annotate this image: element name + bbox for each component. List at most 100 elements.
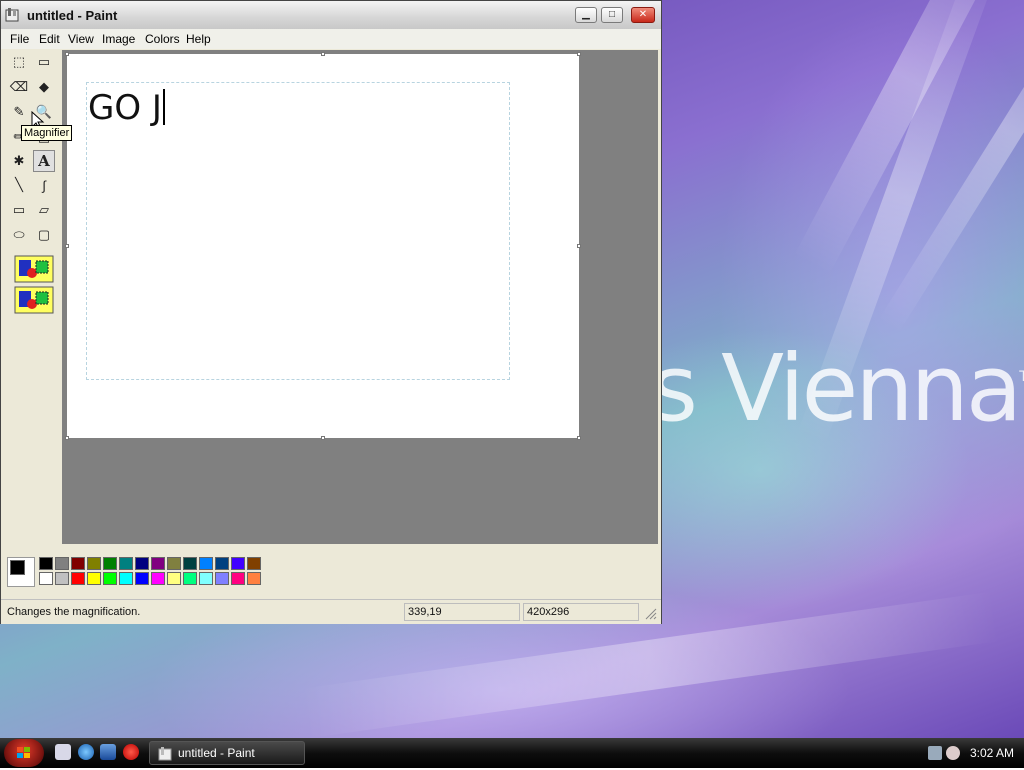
pick-color-tool[interactable]: ✎ <box>8 101 30 123</box>
clock[interactable]: 3:02 AM <box>970 746 1014 760</box>
menu-colors[interactable]: Colors <box>145 32 180 46</box>
opera-icon[interactable] <box>123 744 139 760</box>
canvas-typed-text[interactable]: GO J <box>88 88 165 128</box>
paint-window: untitled - Paint ▁ □ ✕ File Edit View Im… <box>0 0 662 624</box>
close-icon: ✕ <box>638 9 648 20</box>
start-button[interactable] <box>4 739 44 767</box>
maximize-button[interactable]: □ <box>601 7 623 23</box>
palette-swatch[interactable] <box>39 572 53 585</box>
opaque-background-option[interactable] <box>14 255 54 283</box>
close-button[interactable]: ✕ <box>631 7 655 23</box>
taskbar-item-paint[interactable]: untitled - Paint <box>149 741 305 765</box>
drawing-canvas[interactable]: GO J <box>65 52 581 440</box>
resize-handle <box>65 52 69 56</box>
canvas-scroll-area: GO J <box>62 50 658 544</box>
palette-swatch[interactable] <box>87 572 101 585</box>
resize-handle-bottom[interactable] <box>321 436 325 440</box>
text-caret <box>162 89 165 125</box>
eyedropper-icon: ✎ <box>13 104 25 119</box>
palette-swatch[interactable] <box>135 557 149 570</box>
palette-swatch[interactable] <box>39 557 53 570</box>
select-tool[interactable]: ▭ <box>33 51 55 73</box>
palette-swatch[interactable] <box>135 572 149 585</box>
palette-swatch[interactable] <box>103 572 117 585</box>
ellipse-tool[interactable]: ⬭ <box>8 224 30 246</box>
resize-handle-right[interactable] <box>577 244 581 248</box>
palette-swatch[interactable] <box>151 572 165 585</box>
outlook-icon[interactable] <box>100 744 116 760</box>
palette-swatch[interactable] <box>183 557 197 570</box>
palette-swatch[interactable] <box>167 557 181 570</box>
palette-swatch[interactable] <box>215 557 229 570</box>
fill-icon: ◆ <box>39 79 49 94</box>
internet-explorer-icon[interactable] <box>78 744 94 760</box>
network-icon[interactable] <box>928 746 942 760</box>
palette-swatch[interactable] <box>151 557 165 570</box>
tooltip: Magnifier <box>21 125 73 141</box>
ellipse-icon: ⬭ <box>13 227 25 242</box>
taskbar-item-label: untitled - Paint <box>178 746 255 760</box>
palette-swatch[interactable] <box>167 572 181 585</box>
current-colors[interactable] <box>7 557 35 587</box>
palette-swatch[interactable] <box>71 572 85 585</box>
title-bar[interactable]: untitled - Paint ▁ □ ✕ <box>1 1 661 30</box>
menu-help[interactable]: Help <box>186 32 211 46</box>
airbrush-tool[interactable]: ✱ <box>8 150 30 172</box>
menu-edit[interactable]: Edit <box>39 32 60 46</box>
resize-handle <box>321 52 325 56</box>
free-form-select-tool[interactable]: ⬚ <box>8 51 30 73</box>
palette-swatch[interactable] <box>215 572 229 585</box>
palette-swatch[interactable] <box>55 557 69 570</box>
status-selection-size: 420x296 <box>523 603 639 621</box>
polygon-tool[interactable]: ▱ <box>33 199 55 221</box>
palette-swatch[interactable] <box>119 557 133 570</box>
menu-file[interactable]: File <box>10 32 29 46</box>
palette-swatch[interactable] <box>103 557 117 570</box>
menu-bar: File Edit View Image Colors Help <box>1 29 661 49</box>
palette-swatch[interactable] <box>231 557 245 570</box>
palette-swatch[interactable] <box>183 572 197 585</box>
status-bar: Changes the magnification. 339,19 420x29… <box>1 599 661 624</box>
status-cursor-position: 339,19 <box>404 603 520 621</box>
palette-swatch[interactable] <box>247 572 261 585</box>
palette-swatch[interactable] <box>199 572 213 585</box>
wallpaper-logo-text: s ViennaTM <box>650 335 1024 442</box>
palette-swatch[interactable] <box>55 572 69 585</box>
transparent-background-option[interactable] <box>14 286 54 314</box>
rounded-rectangle-tool[interactable]: ▢ <box>33 224 55 246</box>
resize-handle <box>65 244 69 248</box>
polygon-icon: ▱ <box>39 202 49 217</box>
palette-swatch[interactable] <box>71 557 85 570</box>
resize-grip-icon[interactable] <box>645 608 657 620</box>
line-tool[interactable]: ╲ <box>8 174 30 196</box>
menu-view[interactable]: View <box>68 32 94 46</box>
resize-handle <box>577 52 581 56</box>
palette-swatch[interactable] <box>119 572 133 585</box>
minimize-button[interactable]: ▁ <box>575 7 597 23</box>
eraser-tool[interactable]: ⌫ <box>8 76 30 98</box>
resize-handle-corner[interactable] <box>577 436 581 440</box>
palette-swatch[interactable] <box>231 572 245 585</box>
color-palette <box>4 552 659 592</box>
free-form-select-icon: ⬚ <box>12 54 26 69</box>
select-icon: ▭ <box>37 54 51 69</box>
rectangle-icon: ▭ <box>12 202 26 217</box>
palette-swatch[interactable] <box>199 557 213 570</box>
resize-handle <box>65 436 69 440</box>
fill-tool[interactable]: ◆ <box>33 76 55 98</box>
curve-icon: ∫ <box>42 177 46 193</box>
airbrush-icon: ✱ <box>13 153 25 168</box>
foreground-color[interactable] <box>10 560 25 575</box>
windows-logo-icon <box>17 747 30 758</box>
eraser-icon: ⌫ <box>9 79 29 94</box>
menu-image[interactable]: Image <box>102 32 135 46</box>
text-tool[interactable]: A <box>33 150 55 172</box>
volume-icon[interactable] <box>946 746 960 760</box>
window-title: untitled - Paint <box>27 8 118 23</box>
show-desktop-icon[interactable] <box>55 744 71 760</box>
curve-tool[interactable]: ∫ <box>33 174 55 196</box>
rectangle-tool[interactable]: ▭ <box>8 199 30 221</box>
palette-swatch[interactable] <box>247 557 261 570</box>
palette-swatch[interactable] <box>87 557 101 570</box>
status-message: Changes the magnification. <box>7 606 141 618</box>
